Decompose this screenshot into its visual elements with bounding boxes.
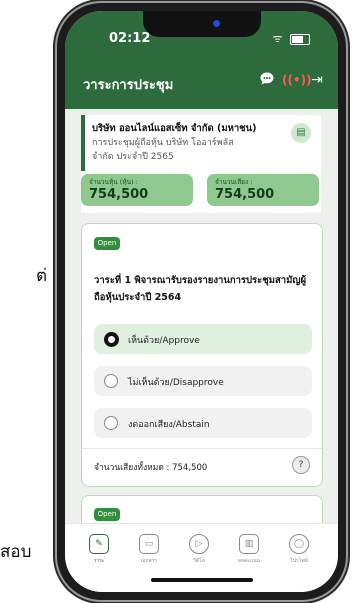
company-accent-bar — [81, 115, 85, 171]
tab-documents[interactable]: ▭ เอกสาร — [129, 534, 169, 565]
tab-video[interactable]: ▷ วิดีโอ — [179, 534, 219, 565]
vote-option-approve[interactable]: เห็นด้วย/Approve — [94, 324, 312, 354]
wifi-icon: ᯤ — [272, 32, 285, 45]
document-icon[interactable]: ▤ — [291, 123, 311, 143]
tab-label: วาระ — [93, 558, 105, 564]
votes-box: จำนวนเสียง : 754,500 — [207, 174, 319, 206]
phone-frame: 02:12 ᯤ วาระการประชุม ((•)) ⇥ บริษัท ออน… — [57, 3, 346, 600]
tab-label: ผลคะแนน — [237, 558, 261, 564]
tab-label: เอกสาร — [140, 558, 158, 564]
radio-unselected-icon[interactable] — [104, 374, 118, 388]
battery-icon — [290, 33, 310, 45]
vote-option-label: เห็นด้วย/Approve — [128, 336, 200, 346]
notch — [143, 11, 261, 37]
side-text-upper: ต่ — [36, 266, 48, 286]
vote-option-disapprove[interactable]: ไม่เห็นด้วย/Disapprove — [94, 366, 312, 396]
chat-bubble-icon-glyph — [260, 72, 274, 85]
status-badge: Open — [94, 508, 120, 521]
logout-icon[interactable]: ⇥ — [308, 71, 326, 89]
broadcast-icon[interactable]: ((•)) — [282, 71, 312, 89]
status-time: 02:12 — [109, 31, 151, 46]
vote-option-label: งดออกเสียง/Abstain — [128, 420, 210, 430]
app-bar: 02:12 ᯤ วาระการประชุม ((•)) ⇥ — [65, 11, 338, 109]
status-badge: Open — [94, 237, 120, 250]
vote-option-abstain[interactable]: งดออกเสียง/Abstain — [94, 408, 312, 438]
status-icons: ᯤ — [272, 31, 310, 46]
radio-selected-icon[interactable] — [104, 332, 119, 347]
votes-label: จำนวนเสียง : — [215, 178, 253, 186]
tab-results[interactable]: ▥ ผลคะแนน — [229, 534, 269, 565]
play-icon: ▷ — [189, 534, 209, 554]
phone-screen: 02:12 ᯤ วาระการประชุม ((•)) ⇥ บริษัท ออน… — [65, 11, 338, 592]
profile-icon: ◯ — [289, 534, 309, 554]
shares-value: 754,500 — [89, 187, 149, 202]
page-title: วาระการประชุม — [83, 78, 174, 93]
side-text-lower: สอบ — [0, 542, 32, 562]
tab-label: วิดีโอ — [193, 558, 205, 564]
report-icon: ▥ — [239, 534, 259, 554]
tab-label: โปรไฟล์ — [290, 558, 308, 564]
vote-option-label: ไม่เห็นด้วย/Disapprove — [128, 378, 224, 388]
folder-icon: ▭ — [139, 534, 159, 554]
chat-bubble-icon[interactable] — [258, 71, 276, 89]
company-card: บริษัท ออนไลน์แอสเซ็ท จำกัด (มหาชน) การป… — [81, 115, 321, 213]
meeting-description: การประชุมผู้ถือหุ้น บริษัท โออาร์พลัส จำ… — [92, 138, 234, 162]
agenda-icon: ✎ — [89, 534, 109, 554]
agenda-title: วาระที่ 1 พิจารณารับรองรายงานการประชุมสา… — [94, 275, 307, 303]
home-indicator[interactable] — [151, 578, 253, 582]
help-icon[interactable]: ? — [292, 456, 310, 474]
radio-unselected-icon[interactable] — [104, 416, 118, 430]
company-name: บริษัท ออนไลน์แอสเซ็ท จำกัด (มหาชน) — [92, 123, 257, 134]
tab-agenda[interactable]: ✎ วาระ — [79, 534, 119, 565]
camera-dot — [213, 20, 220, 27]
votes-value: 754,500 — [215, 187, 275, 202]
agenda-card: Open วาระที่ 1 พิจารณารับรองรายงานการประ… — [81, 223, 323, 487]
shares-box: จำนวนหุ้น (หุ้น) : 754,500 — [81, 174, 193, 206]
shares-label: จำนวนหุ้น (หุ้น) : — [89, 178, 138, 186]
divider — [82, 448, 322, 449]
tab-profile[interactable]: ◯ โปรไฟล์ — [279, 534, 319, 565]
total-votes: จำนวนเสียงทั้งหมด : 754,500 — [94, 463, 208, 473]
